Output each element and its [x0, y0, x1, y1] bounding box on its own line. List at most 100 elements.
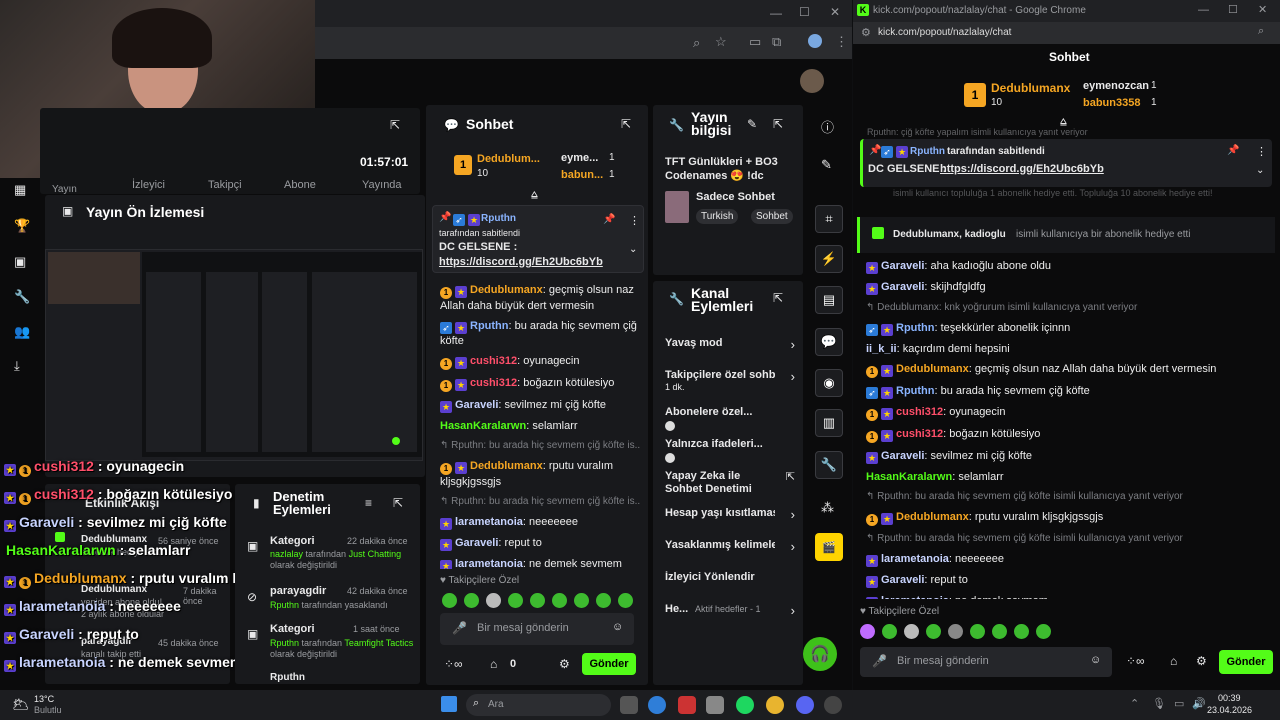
- chevron-down-icon[interactable]: ⌄: [629, 244, 637, 255]
- chat-username[interactable]: Garaveli: [881, 574, 924, 586]
- chat-username[interactable]: Rputhn: [896, 385, 934, 397]
- emote[interactable]: [926, 624, 941, 639]
- chat-username[interactable]: Garaveli: [881, 260, 924, 272]
- emote[interactable]: [992, 624, 1007, 639]
- tools-button[interactable]: 🔧: [815, 451, 843, 479]
- send-button[interactable]: Gönder: [582, 653, 636, 675]
- popout-icon[interactable]: ⇱: [773, 117, 783, 131]
- chrome-icon[interactable]: [766, 696, 784, 714]
- channel-action-item[interactable]: Abonelere özel...: [665, 406, 797, 419]
- emoji-icon[interactable]: ☺: [612, 621, 623, 633]
- task-view-icon[interactable]: [620, 696, 638, 714]
- edit-pencil-icon[interactable]: ✎: [747, 117, 757, 131]
- collapse-icon[interactable]: ⩠: [531, 189, 538, 202]
- dashboard-icon[interactable]: ▦: [14, 182, 26, 198]
- chat-username[interactable]: larametanoia: [881, 553, 949, 565]
- channel-action-item[interactable]: İzleyici Yönlendir: [665, 571, 797, 584]
- kebab-icon[interactable]: ⋮: [629, 214, 640, 227]
- popout-icon[interactable]: ⇱: [393, 496, 403, 510]
- tag-chip[interactable]: Sohbet: [751, 209, 793, 224]
- channel-action-item[interactable]: Yasaklanmış kelimeler ›: [665, 539, 797, 554]
- tray-chevron-icon[interactable]: ⌃: [1130, 697, 1139, 710]
- popout-url[interactable]: kick.com/popout/nazlalay/chat: [878, 27, 1011, 38]
- chat-message[interactable]: 1 ★ Dedublumanx: rputu vuralım kljsgkjgssg…: [866, 510, 1274, 526]
- category-name[interactable]: Sadece Sohbet: [696, 191, 775, 203]
- taskbar-search[interactable]: ⌕ Ara: [466, 694, 611, 716]
- users-icon[interactable]: 👥: [14, 324, 30, 340]
- info-icon[interactable]: ⓘ: [821, 117, 834, 136]
- emote[interactable]: [486, 593, 501, 608]
- chat-username[interactable]: Garaveli: [455, 537, 498, 549]
- chat-username[interactable]: Dedublumanx: [470, 460, 543, 472]
- popout-chat-input[interactable]: 🎤 Bir mesaj gönderin ☺: [860, 647, 1112, 677]
- discord-icon[interactable]: [796, 696, 814, 714]
- filter-icon[interactable]: ≡: [365, 496, 372, 510]
- chat-username[interactable]: larametanoia: [455, 516, 523, 528]
- chat-username[interactable]: larametanoia: [455, 558, 523, 569]
- emote[interactable]: [970, 624, 985, 639]
- emote[interactable]: [882, 624, 897, 639]
- emote[interactable]: [464, 593, 479, 608]
- chat-message[interactable]: 1 ★ cushi312: boğazın kötülesiyo: [866, 427, 1274, 443]
- chat-message[interactable]: ★ Garaveli: aha kadıoğlu abone oldu: [866, 259, 1274, 274]
- chevron-down-icon[interactable]: ⌄: [1256, 165, 1264, 176]
- close-button[interactable]: ✕: [830, 5, 840, 19]
- zoom-icon[interactable]: ⌕: [693, 35, 700, 51]
- chat-username[interactable]: HasanKaralarwn: [866, 471, 952, 483]
- channel-action-item[interactable]: Yalnızca ifadeleri...: [665, 438, 797, 451]
- chat-input[interactable]: 🎤 Bir mesaj gönderin ☺: [440, 613, 634, 645]
- extensions-icon[interactable]: ⧉: [772, 34, 781, 50]
- chat-username[interactable]: Garaveli: [881, 450, 924, 462]
- channel-action-item[interactable]: Takipçilere özel sohbe 1 dk. ›: [665, 369, 797, 392]
- chat-message[interactable]: ★ larametanoia: neeeeeee: [440, 515, 640, 530]
- edge-icon[interactable]: [648, 696, 666, 714]
- chat-username[interactable]: HasanKaralarwn: [440, 420, 526, 432]
- chat-message[interactable]: 1 ★ cushi312: oyunagecin: [440, 354, 640, 370]
- emote[interactable]: [1036, 624, 1051, 639]
- chat-message[interactable]: ➶ ★ Rputhn: bu arada hiç sevmem çiğ köfte: [440, 319, 640, 348]
- chat-username[interactable]: Garaveli: [455, 399, 498, 411]
- chat-username[interactable]: Dedublumanx: [470, 284, 543, 296]
- volume-icon[interactable]: 🔊: [1192, 697, 1206, 710]
- chat-message[interactable]: ★larametanoia: ne demek sevmem: [440, 557, 640, 569]
- notes-button[interactable]: ▤: [815, 286, 843, 314]
- chat-message[interactable]: ★ Garaveli: skijhdfgldfg: [866, 280, 1274, 295]
- app-icon[interactable]: [706, 696, 724, 714]
- maximize-button[interactable]: ☐: [799, 5, 810, 19]
- network-icon[interactable]: ▭: [1174, 697, 1184, 710]
- chat-message[interactable]: 1 ★ cushi312: oyunagecin: [866, 405, 1274, 421]
- pinned-link[interactable]: https://discord.gg/Eh2Ubc6bYb: [940, 163, 1104, 175]
- emote[interactable]: [530, 593, 545, 608]
- wrench-icon[interactable]: 🔧: [14, 289, 30, 305]
- chat-message[interactable]: 1 ★ Dedublumanx: rputu vuralım kljsgkjgssg…: [440, 459, 640, 489]
- chat-message[interactable]: 1 ★ cushi312: boğazın kötülesiyo: [440, 376, 640, 392]
- minimize-button[interactable]: —: [770, 6, 782, 20]
- chat-message[interactable]: 1 ★ Dedublumanx: geçmiş olsun naz Allah da…: [440, 283, 640, 313]
- send-button[interactable]: Gönder: [1219, 650, 1273, 674]
- channel-points-icon[interactable]: ⁘∞: [444, 657, 463, 671]
- chat-message[interactable]: ★ Garaveli: sevilmez mi çiğ köfte: [866, 449, 1274, 464]
- chat-username[interactable]: Garaveli: [881, 281, 924, 293]
- emote[interactable]: [508, 593, 523, 608]
- clapper-button[interactable]: 🎬: [815, 533, 843, 561]
- chat-message[interactable]: ★ Garaveli: reput to: [866, 573, 1274, 588]
- chat-message[interactable]: ★ larametanoia: neeeeeee: [866, 552, 1274, 567]
- chat-username[interactable]: cushi312: [470, 377, 517, 389]
- menu-kebab-icon[interactable]: ⋮: [835, 34, 848, 50]
- trophy-icon[interactable]: 🏆: [14, 218, 30, 234]
- chat-message[interactable]: HasanKaralarwn: selamlarr: [440, 419, 640, 433]
- store-icon[interactable]: ⌂: [1170, 654, 1177, 668]
- chat-username[interactable]: Dedublumanx: [896, 363, 969, 375]
- start-icon[interactable]: [441, 696, 457, 712]
- chat-username[interactable]: larametanoia: [881, 595, 949, 599]
- emoji-icon[interactable]: ☺: [1090, 654, 1101, 666]
- close-button[interactable]: ✕: [1258, 3, 1267, 16]
- app-icon[interactable]: [678, 696, 696, 714]
- emote[interactable]: [574, 593, 589, 608]
- microphone-icon[interactable]: 🎤: [452, 621, 467, 635]
- channel-action-item[interactable]: Yavaş mod ›: [665, 337, 797, 352]
- emote[interactable]: [596, 593, 611, 608]
- emote[interactable]: [442, 593, 457, 608]
- chat-username[interactable]: cushi312: [896, 428, 943, 440]
- site-info-icon[interactable]: ⚙: [861, 26, 871, 39]
